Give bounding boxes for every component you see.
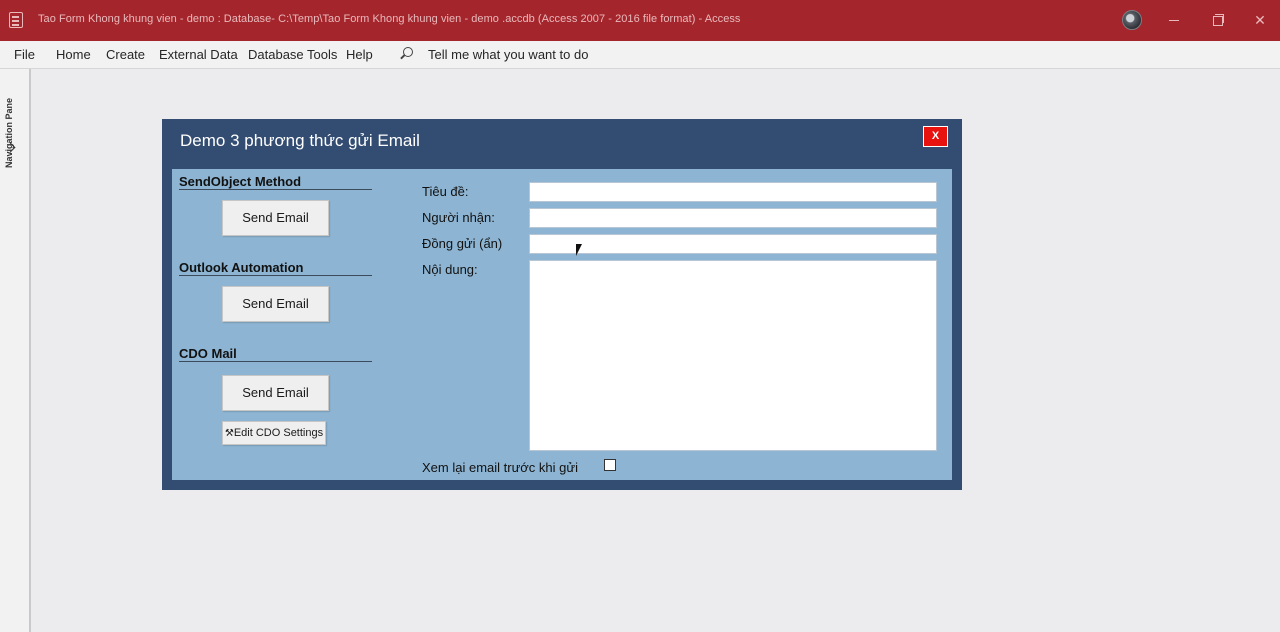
preview-label: Xem lại email trước khi gửi: [422, 460, 578, 475]
form-body: SendObject Method Send Email Outlook Aut…: [172, 169, 952, 480]
menu-home[interactable]: Home: [56, 47, 91, 62]
form-title: Demo 3 phương thức gửi Email: [180, 131, 420, 150]
section-divider: [179, 275, 372, 276]
edit-cdo-settings-button[interactable]: ⚒Edit CDO Settings: [222, 421, 326, 445]
email-form: Demo 3 phương thức gửi Email X SendObjec…: [162, 119, 962, 490]
section-title-outlook: Outlook Automation: [179, 260, 304, 275]
access-icon[interactable]: [9, 12, 23, 28]
section-divider: [179, 189, 372, 190]
tell-me-search[interactable]: Tell me what you want to do: [428, 47, 588, 62]
tools-icon: ⚒: [224, 428, 234, 439]
window-title: Tao Form Khong khung vien - demo : Datab…: [38, 13, 741, 25]
menu-create[interactable]: Create: [106, 47, 145, 62]
navigation-pane-label[interactable]: Navigation Pane: [4, 98, 14, 168]
send-email-sendobject-button[interactable]: Send Email: [222, 200, 329, 236]
send-email-outlook-button[interactable]: Send Email: [222, 286, 329, 322]
menu-database-tools[interactable]: Database Tools: [248, 47, 337, 62]
send-email-cdo-button[interactable]: Send Email: [222, 375, 329, 411]
to-input[interactable]: [529, 208, 937, 228]
bcc-input[interactable]: [529, 234, 937, 254]
body-label: Nội dung:: [422, 262, 478, 277]
form-close-button[interactable]: X: [923, 126, 948, 147]
menu-help[interactable]: Help: [346, 47, 373, 62]
menu-file[interactable]: File: [14, 47, 35, 62]
menu-bar: File Home Create External Data Database …: [0, 41, 1280, 69]
section-title-sendobject: SendObject Method: [179, 174, 302, 189]
bcc-label: Đồng gửi (ẩn): [422, 236, 503, 251]
to-label: Người nhận:: [422, 210, 495, 225]
edit-cdo-settings-label: Edit CDO Settings: [233, 427, 324, 439]
title-bar: Tao Form Khong khung vien - demo : Datab…: [0, 0, 1280, 41]
section-divider: [179, 361, 372, 362]
subject-input[interactable]: [529, 182, 937, 202]
mouse-cursor: [576, 244, 582, 256]
restore-button[interactable]: [1205, 8, 1229, 32]
preview-checkbox[interactable]: [604, 459, 616, 471]
search-icon: [403, 47, 413, 57]
subject-label: Tiêu đề:: [422, 184, 469, 199]
close-window-button[interactable]: ✕: [1248, 8, 1272, 32]
menu-external-data[interactable]: External Data: [159, 47, 238, 62]
minimize-button[interactable]: [1162, 8, 1186, 32]
body-textarea[interactable]: [529, 260, 937, 451]
section-title-cdo: CDO Mail: [179, 346, 237, 361]
avatar[interactable]: [1122, 10, 1142, 30]
